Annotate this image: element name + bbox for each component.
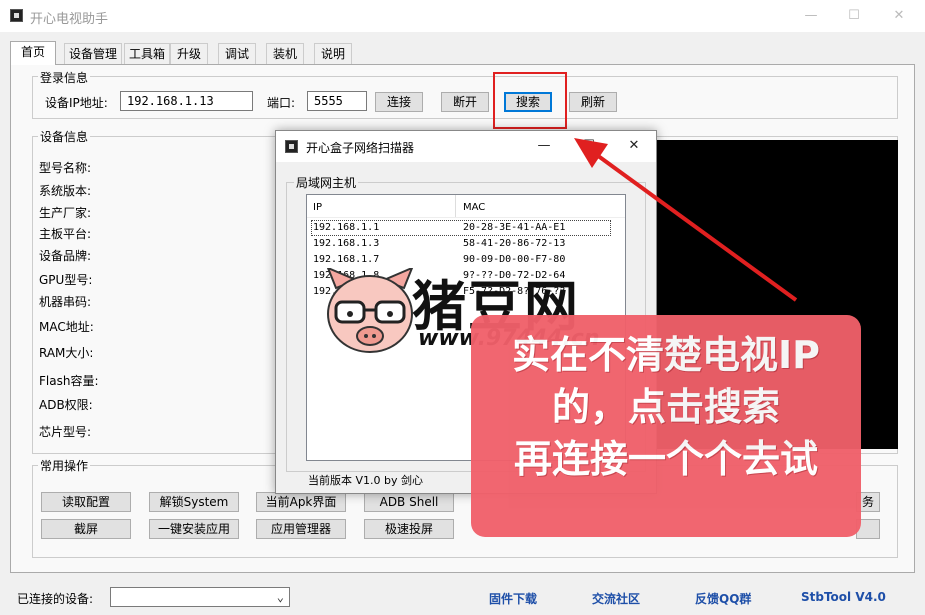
ip-label: 设备IP地址: — [45, 94, 108, 111]
info-label: 机器串码: — [39, 293, 91, 310]
unlock-system-button[interactable]: 解锁System — [149, 492, 239, 512]
device-info-title: 设备信息 — [38, 128, 90, 145]
annotation-line: 实在不清楚电视IP — [471, 329, 861, 381]
dialog-title: 开心盒子网络扫描器 — [306, 139, 414, 156]
annotation-text: 实在不清楚电视IP 的，点击搜索 再连接一个个去试 — [471, 329, 861, 485]
info-label: Flash容量: — [39, 372, 99, 389]
col-ip-header[interactable]: IP — [313, 202, 322, 213]
close-icon[interactable]: ✕ — [889, 6, 909, 26]
info-label: 芯片型号: — [39, 423, 91, 440]
tab-upgrade[interactable]: 升级 — [170, 43, 208, 64]
annotation-callout: 实在不清楚电视IP 的，点击搜索 再连接一个个去试 — [471, 315, 861, 537]
annotation-arrow-icon — [560, 130, 810, 310]
main-titlebar: 开心电视助手 — ☐ ✕ — [0, 0, 925, 32]
table-row[interactable]: 192.168.1.3 — [313, 238, 379, 249]
adb-shell-button[interactable]: ADB Shell — [364, 492, 454, 512]
community-link[interactable]: 交流社区 — [592, 590, 640, 607]
info-label: 主板平台: — [39, 225, 91, 242]
info-label: 型号名称: — [39, 159, 91, 176]
tab-toolbox[interactable]: 工具箱 — [124, 43, 170, 64]
lan-hosts-title: 局域网主机 — [294, 174, 358, 191]
feedback-qq-link[interactable]: 反馈QQ群 — [695, 590, 751, 607]
read-config-button[interactable]: 读取配置 — [41, 492, 131, 512]
info-label: 生产厂家: — [39, 204, 91, 221]
connected-device-label: 已连接的设备: — [17, 590, 93, 607]
dialog-minimize-icon[interactable]: — — [534, 136, 554, 156]
info-label: 设备品牌: — [39, 247, 91, 264]
app-manager-button[interactable]: 应用管理器 — [256, 519, 346, 539]
device-select[interactable]: ⌄ — [110, 587, 290, 607]
dialog-app-icon — [285, 140, 298, 153]
table-row[interactable]: 192.168.1.7 — [313, 254, 379, 265]
ops-group-title: 常用操作 — [38, 457, 90, 474]
search-highlight-box — [493, 72, 567, 129]
fast-cast-button[interactable]: 极速投屏 — [364, 519, 454, 539]
col-mac-header[interactable]: MAC — [463, 202, 485, 213]
info-label: 系统版本: — [39, 182, 91, 199]
col-divider — [455, 195, 456, 217]
info-label: ADB权限: — [39, 396, 93, 413]
table-row-mac[interactable]: 20-28-3E-41-AA-E1 — [463, 222, 565, 233]
refresh-button[interactable]: 刷新 — [569, 92, 617, 112]
window-title: 开心电视助手 — [30, 8, 108, 27]
dialog-version-text: 当前版本 V1.0 by 剑心 — [306, 472, 425, 488]
current-apk-button[interactable]: 当前Apk界面 — [256, 492, 346, 512]
install-app-button[interactable]: 一键安装应用 — [149, 519, 239, 539]
screenshot-button[interactable]: 截屏 — [41, 519, 131, 539]
version-link[interactable]: StbTool V4.0 — [801, 590, 886, 604]
tab-debug[interactable]: 调试 — [218, 43, 256, 64]
firmware-download-link[interactable]: 固件下载 — [489, 590, 537, 607]
port-input[interactable]: 5555 — [307, 91, 367, 111]
pig-logo-icon — [322, 268, 418, 356]
table-row[interactable]: 192.168.1.1 — [313, 222, 379, 233]
info-label: GPU型号: — [39, 271, 92, 288]
login-group-title: 登录信息 — [38, 69, 90, 86]
chevron-down-icon: ⌄ — [277, 588, 284, 606]
tab-help[interactable]: 说明 — [314, 43, 352, 64]
tab-home[interactable]: 首页 — [10, 41, 56, 65]
connect-button[interactable]: 连接 — [375, 92, 423, 112]
minimize-icon[interactable]: — — [801, 6, 821, 26]
disconnect-button[interactable]: 断开 — [441, 92, 489, 112]
info-label: RAM大小: — [39, 344, 93, 361]
annotation-line: 再连接一个个去试 — [471, 433, 861, 485]
maximize-icon[interactable]: ☐ — [844, 6, 864, 26]
tab-device-manage[interactable]: 设备管理 — [64, 43, 122, 64]
annotation-line: 的，点击搜索 — [471, 381, 861, 433]
port-label: 端口: — [267, 94, 295, 111]
ip-input[interactable]: 192.168.1.13 — [120, 91, 253, 111]
table-row-mac[interactable]: 58-41-20-86-72-13 — [463, 238, 565, 249]
tab-install[interactable]: 装机 — [266, 43, 304, 64]
info-label: MAC地址: — [39, 318, 94, 335]
app-icon — [10, 9, 23, 22]
